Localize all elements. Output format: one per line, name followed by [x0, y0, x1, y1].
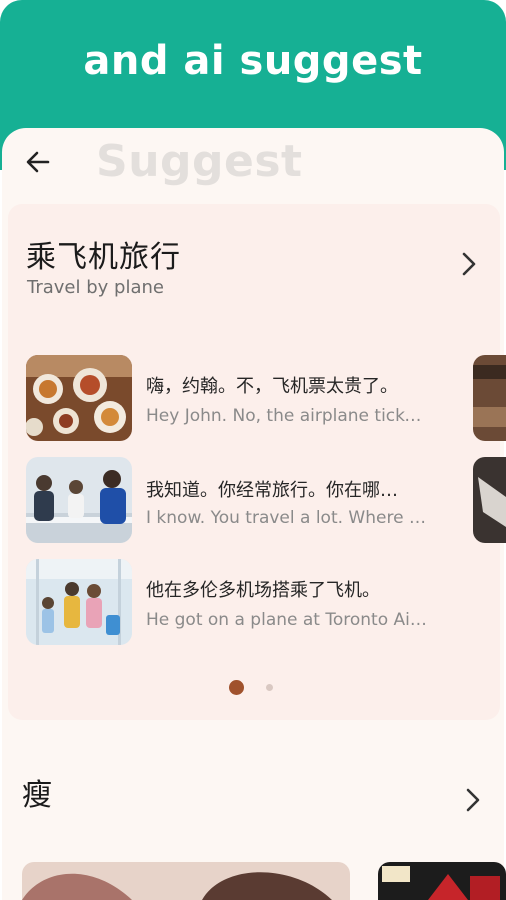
page-title-watermark: Suggest: [96, 136, 303, 187]
chevron-right-icon[interactable]: [458, 250, 480, 278]
section-title: 瘦: [22, 778, 52, 813]
sentence-english: I know. You travel a lot. Where d…: [146, 508, 431, 528]
dining-table-photo[interactable]: [26, 355, 132, 441]
sentence-english: He got on a plane at Toronto Air…: [146, 610, 431, 630]
banner-title: and ai suggest: [83, 38, 423, 84]
arrow-left-icon[interactable]: [22, 146, 54, 178]
pagination-dot-active[interactable]: [229, 680, 244, 695]
next-page-preview[interactable]: [473, 457, 506, 543]
video-thumbnail-card[interactable]: [378, 862, 506, 900]
lesson-subtitle: Travel by plane: [27, 277, 164, 298]
video-thumbnail-card[interactable]: [22, 862, 350, 900]
family-airport-photo[interactable]: [26, 559, 132, 645]
lesson-title: 乘飞机旅行: [26, 240, 181, 275]
sentence-chinese: 嗨，约翰。不，飞机票太贵了。: [146, 376, 398, 397]
sentence-chinese: 我知道。你经常旅行。你在哪…: [146, 480, 398, 501]
airport-checkin-photo[interactable]: [26, 457, 132, 543]
sentence-chinese: 他在多伦多机场搭乘了飞机。: [146, 580, 380, 601]
sentence-english: Hey John. No, the airplane ticke…: [146, 406, 431, 426]
next-page-preview[interactable]: [473, 355, 506, 441]
pagination-dot[interactable]: [266, 684, 273, 691]
chevron-right-icon[interactable]: [462, 786, 484, 814]
